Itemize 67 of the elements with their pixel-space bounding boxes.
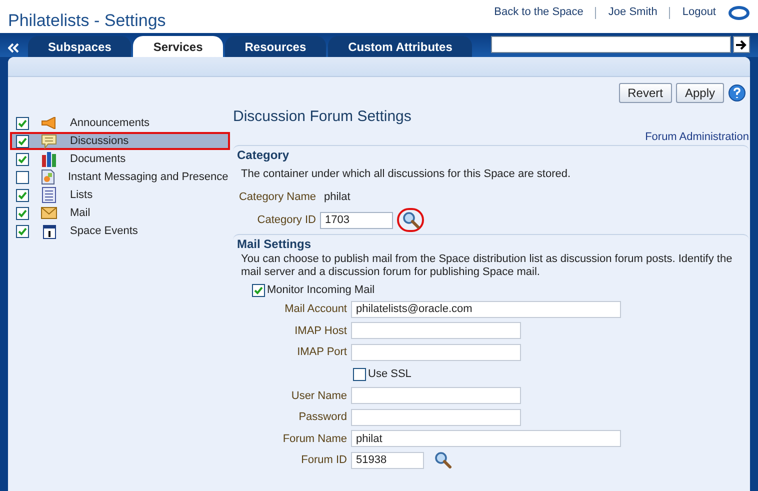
tab[interactable]: Resources: [224, 36, 326, 57]
service-item[interactable]: Discussions: [10, 132, 230, 150]
checkbox-label: Monitor Incoming Mail: [267, 283, 375, 298]
field-label: Category Name: [238, 190, 316, 204]
field-label: Password: [298, 410, 347, 425]
tab[interactable]: Subspaces: [28, 36, 132, 57]
input-field[interactable]: [351, 344, 521, 361]
search-field[interactable]: [491, 36, 731, 53]
field-label: Mail Account: [284, 302, 347, 317]
service-item[interactable]: Announcements: [10, 114, 230, 132]
input-field[interactable]: philat: [351, 430, 621, 448]
logo-icon: [728, 4, 750, 20]
checkbox[interactable]: [16, 188, 29, 202]
section-title: Discussion Forum Settings: [233, 107, 412, 127]
megaphone-icon: [41, 117, 57, 129]
description: You can choose to publish mail from the Space distribution list as discussion forum posts. Identify the mail server and a discussion forum for publishing Space mail.: [241, 253, 734, 279]
category-name: philat: [324, 190, 350, 204]
service-item[interactable]: Lists: [10, 186, 230, 204]
calendar-icon: [42, 223, 56, 239]
input-field[interactable]: [351, 408, 521, 426]
toolbar-button[interactable]: Apply: [676, 83, 724, 103]
toolbar-button[interactable]: Revert: [618, 83, 672, 103]
checkbox[interactable]: [16, 152, 29, 166]
header-link[interactable]: Logout: [682, 4, 716, 21]
header-link[interactable]: Joe Smith: [608, 4, 658, 21]
forum-admin-link[interactable]: Forum Administration: [645, 128, 749, 145]
field-label: Forum Name: [282, 432, 347, 446]
input-field[interactable]: [351, 387, 521, 404]
input-field[interactable]: [351, 322, 521, 340]
document-person-icon: [41, 169, 55, 185]
search-icon[interactable]: [434, 451, 452, 470]
description: The container under which all discussions for this Space are stored.: [241, 167, 572, 182]
input-field[interactable]: 1703: [320, 212, 393, 228]
field-label: Forum ID: [300, 453, 347, 468]
speech-bubble-icon: [41, 134, 57, 148]
checkbox[interactable]: [252, 284, 265, 297]
tab[interactable]: Custom Attributes: [328, 36, 472, 57]
checkbox[interactable]: [16, 206, 29, 220]
checkbox[interactable]: [16, 170, 29, 184]
books-icon: [41, 152, 57, 166]
checkbox[interactable]: [16, 116, 29, 130]
field-label: IMAP Host: [294, 324, 347, 338]
tab[interactable]: Services: [133, 36, 223, 57]
panel-heading: Category: [237, 147, 290, 164]
service-item[interactable]: Documents: [10, 150, 230, 168]
checkbox[interactable]: [16, 134, 29, 148]
search-icon[interactable]: [402, 211, 420, 229]
envelope-icon: [41, 207, 57, 219]
collapse-icon[interactable]: [8, 43, 20, 53]
service-item[interactable]: Space Events: [10, 222, 230, 240]
help-icon[interactable]: [728, 84, 746, 102]
page-title: Philatelists - Settings: [8, 10, 166, 32]
checkbox[interactable]: [353, 368, 366, 380]
header-link[interactable]: Back to the Space: [494, 4, 584, 21]
input-field[interactable]: 51938: [351, 452, 424, 469]
field-label: User Name: [290, 388, 347, 404]
service-item[interactable]: Mail: [10, 204, 230, 222]
go-button[interactable]: [733, 36, 750, 53]
panel-heading: Mail Settings: [237, 236, 312, 253]
checkbox[interactable]: [16, 224, 29, 238]
field-label: Category ID: [256, 212, 316, 228]
list-icon: [42, 187, 56, 203]
service-item[interactable]: Instant Messaging and Presence: [10, 168, 230, 186]
field-label: IMAP Port: [296, 345, 347, 360]
lookup-button[interactable]: [397, 208, 424, 232]
checkbox-label: Use SSL: [368, 366, 412, 382]
input-field[interactable]: philatelists@oracle.com: [351, 300, 621, 318]
